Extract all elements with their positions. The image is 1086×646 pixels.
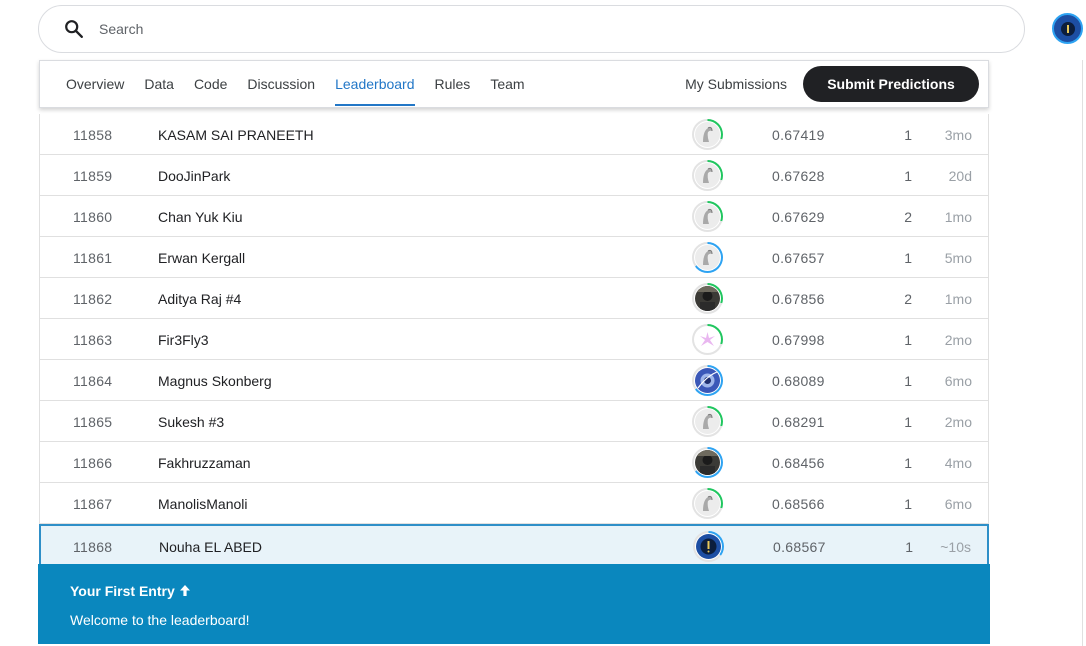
team-avatar-icon[interactable] bbox=[692, 447, 723, 478]
entries-cell: 1 bbox=[904, 414, 912, 430]
score-cell: 0.68089 bbox=[772, 373, 825, 389]
leaderboard-row[interactable]: 11858 KASAM SAI PRANEETH 0.67419 1 3mo bbox=[39, 114, 989, 155]
rank-cell: 11859 bbox=[73, 168, 113, 184]
leaderboard-row[interactable]: 11863 Fir3Fly3 0.67998 1 2mo bbox=[39, 319, 989, 360]
rank-cell: 11858 bbox=[73, 127, 113, 143]
tab-team[interactable]: Team bbox=[480, 60, 534, 108]
team-avatar-icon[interactable] bbox=[692, 201, 723, 232]
last-submission-cell: 2mo bbox=[944, 414, 972, 430]
leaderboard-row[interactable]: 11861 Erwan Kergall 0.67657 1 5mo bbox=[39, 237, 989, 278]
entries-cell: 1 bbox=[904, 332, 912, 348]
last-submission-cell: 1mo bbox=[944, 291, 972, 307]
team-avatar-icon[interactable] bbox=[692, 160, 723, 191]
rank-cell: 11866 bbox=[73, 455, 113, 471]
last-submission-cell: 2mo bbox=[944, 332, 972, 348]
team-avatar-icon[interactable] bbox=[692, 406, 723, 437]
submit-predictions-button[interactable]: Submit Predictions bbox=[803, 66, 979, 102]
entries-cell: 1 bbox=[905, 539, 913, 555]
user-avatar-icon[interactable] bbox=[1052, 13, 1083, 44]
rank-cell: 11865 bbox=[73, 414, 113, 430]
scrollbar-track[interactable] bbox=[1082, 60, 1083, 646]
first-entry-banner: Your First Entry Welcome to the leaderbo… bbox=[38, 564, 990, 644]
team-name[interactable]: Aditya Raj #4 bbox=[158, 291, 241, 307]
team-avatar-icon[interactable] bbox=[692, 242, 723, 273]
search-input[interactable] bbox=[99, 21, 899, 37]
entries-cell: 2 bbox=[904, 209, 912, 225]
last-submission-cell: 6mo bbox=[944, 496, 972, 512]
team-avatar-icon[interactable] bbox=[692, 283, 723, 314]
leaderboard-row[interactable]: 11862 Aditya Raj #4 0.67856 2 1mo bbox=[39, 278, 989, 319]
tab-code[interactable]: Code bbox=[184, 60, 237, 108]
team-name[interactable]: Magnus Skonberg bbox=[158, 373, 272, 389]
last-submission-cell: 4mo bbox=[944, 455, 972, 471]
team-avatar-icon[interactable] bbox=[692, 119, 723, 150]
entries-cell: 1 bbox=[904, 373, 912, 389]
tab-data[interactable]: Data bbox=[134, 60, 184, 108]
entries-cell: 1 bbox=[904, 496, 912, 512]
last-submission-cell: 3mo bbox=[944, 127, 972, 143]
leaderboard-table: 11858 KASAM SAI PRANEETH 0.67419 1 3mo 11859 D… bbox=[39, 114, 989, 566]
entries-cell: 1 bbox=[904, 168, 912, 184]
score-cell: 0.68291 bbox=[772, 414, 825, 430]
score-cell: 0.67628 bbox=[772, 168, 825, 184]
score-cell: 0.68456 bbox=[772, 455, 825, 471]
team-avatar-icon[interactable] bbox=[692, 365, 723, 396]
score-cell: 0.67419 bbox=[772, 127, 825, 143]
score-cell: 0.67629 bbox=[772, 209, 825, 225]
banner-title: Your First Entry bbox=[70, 583, 191, 599]
rank-cell: 11868 bbox=[73, 539, 113, 555]
leaderboard-row[interactable]: 11868 Nouha EL ABED 0.68567 1 ~10s bbox=[39, 524, 989, 566]
entries-cell: 1 bbox=[904, 127, 912, 143]
my-submissions-link[interactable]: My Submissions bbox=[685, 76, 787, 92]
team-name[interactable]: Erwan Kergall bbox=[158, 250, 245, 266]
leaderboard-row[interactable]: 11867 ManolisManoli 0.68566 1 6mo bbox=[39, 483, 989, 524]
tab-overview[interactable]: Overview bbox=[56, 60, 134, 108]
leaderboard-row[interactable]: 11866 Fakhruzzaman 0.68456 1 4mo bbox=[39, 442, 989, 483]
last-submission-cell: 1mo bbox=[944, 209, 972, 225]
team-avatar-icon[interactable] bbox=[692, 324, 723, 355]
tab-discussion[interactable]: Discussion bbox=[237, 60, 325, 108]
rank-cell: 11864 bbox=[73, 373, 113, 389]
team-name[interactable]: KASAM SAI PRANEETH bbox=[158, 127, 314, 143]
rank-cell: 11861 bbox=[73, 250, 113, 266]
tab-rules[interactable]: Rules bbox=[425, 60, 481, 108]
rank-cell: 11867 bbox=[73, 496, 113, 512]
search-bar[interactable] bbox=[38, 5, 1025, 53]
score-cell: 0.67998 bbox=[772, 332, 825, 348]
score-cell: 0.67657 bbox=[772, 250, 825, 266]
last-submission-cell: 5mo bbox=[944, 250, 972, 266]
rank-cell: 11863 bbox=[73, 332, 113, 348]
last-submission-cell: 6mo bbox=[944, 373, 972, 389]
arrow-up-icon bbox=[179, 585, 190, 596]
team-name[interactable]: Nouha EL ABED bbox=[159, 539, 262, 555]
team-name[interactable]: ManolisManoli bbox=[158, 496, 247, 512]
score-cell: 0.67856 bbox=[772, 291, 825, 307]
team-name[interactable]: DooJinPark bbox=[158, 168, 230, 184]
entries-cell: 1 bbox=[904, 455, 912, 471]
leaderboard-row[interactable]: 11865 Sukesh #3 0.68291 1 2mo bbox=[39, 401, 989, 442]
search-icon bbox=[65, 20, 83, 38]
team-name[interactable]: Chan Yuk Kiu bbox=[158, 209, 243, 225]
kaggle-leaderboard-page: Overview Data Code Discussion Leaderboar… bbox=[0, 0, 1086, 646]
leaderboard-row[interactable]: 11859 DooJinPark 0.67628 1 20d bbox=[39, 155, 989, 196]
last-submission-cell: 20d bbox=[948, 168, 972, 184]
team-name[interactable]: Fir3Fly3 bbox=[158, 332, 209, 348]
entries-cell: 1 bbox=[904, 250, 912, 266]
tab-leaderboard[interactable]: Leaderboard bbox=[325, 60, 424, 108]
rank-cell: 11862 bbox=[73, 291, 113, 307]
leaderboard-row[interactable]: 11864 Magnus Skonberg 0.68089 1 6mo bbox=[39, 360, 989, 401]
score-cell: 0.68566 bbox=[772, 496, 825, 512]
last-submission-cell: ~10s bbox=[940, 539, 971, 555]
team-avatar-icon[interactable] bbox=[692, 488, 723, 519]
team-avatar-icon[interactable] bbox=[693, 531, 724, 562]
entries-cell: 2 bbox=[904, 291, 912, 307]
team-name[interactable]: Fakhruzzaman bbox=[158, 455, 251, 471]
team-name[interactable]: Sukesh #3 bbox=[158, 414, 224, 430]
leaderboard-row[interactable]: 11860 Chan Yuk Kiu 0.67629 2 1mo bbox=[39, 196, 989, 237]
rank-cell: 11860 bbox=[73, 209, 113, 225]
banner-message: Welcome to the leaderboard! bbox=[70, 612, 250, 628]
score-cell: 0.68567 bbox=[773, 539, 826, 555]
competition-tabs: Overview Data Code Discussion Leaderboar… bbox=[39, 60, 989, 108]
